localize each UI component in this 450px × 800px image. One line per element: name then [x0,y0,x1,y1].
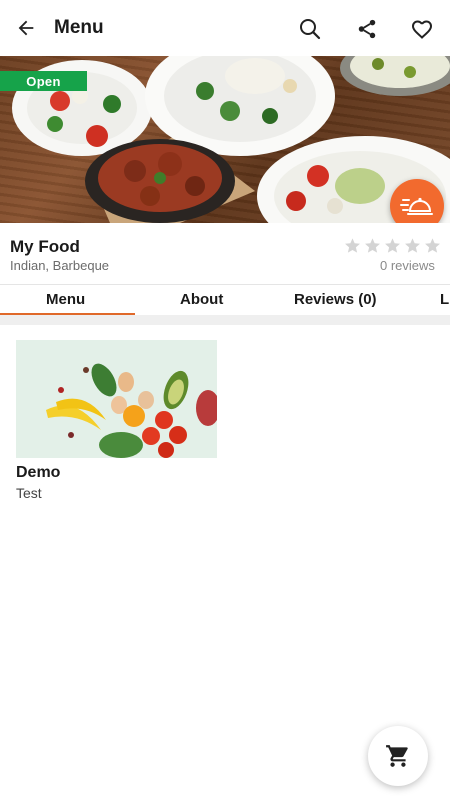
star-icon [405,238,420,253]
cart-icon [386,745,408,767]
star-icon [385,238,400,253]
favorite-button[interactable] [400,7,444,51]
delivery-cloche-icon [400,197,433,215]
menu-item-card[interactable]: Demo Test [16,340,217,501]
share-button[interactable] [345,7,389,51]
menu-item-subtitle: Test [16,485,42,501]
tab-reviews[interactable]: Reviews (0) [294,291,377,308]
restaurant-hero-image: Open [0,56,450,223]
restaurant-name: My Food [10,237,80,256]
star-icon [345,238,360,253]
back-arrow-icon [18,20,34,36]
tab-more[interactable]: L [440,291,449,308]
open-status-badge: Open [0,71,87,91]
restaurant-cuisine: Indian, Barbeque [10,258,110,273]
tab-menu[interactable]: Menu [46,291,85,308]
back-button[interactable] [4,6,48,50]
menu-item-image [16,340,217,458]
menu-item-title: Demo [16,464,61,481]
search-button[interactable] [288,7,332,51]
section-divider [0,315,450,325]
reviews-count[interactable]: 0 reviews [380,258,435,273]
star-icon [425,238,440,253]
vegetables-illustration [16,340,217,458]
page-title: Menu [54,17,104,38]
tab-about[interactable]: About [180,291,223,308]
tab-bar: Menu About Reviews (0) L [0,284,450,316]
rating-stars[interactable] [344,237,441,254]
star-icon [365,238,380,253]
cart-button[interactable] [368,726,428,786]
share-icon [358,19,376,39]
top-app-bar: Menu [0,0,450,57]
heart-icon [411,20,433,39]
search-icon [300,19,321,40]
